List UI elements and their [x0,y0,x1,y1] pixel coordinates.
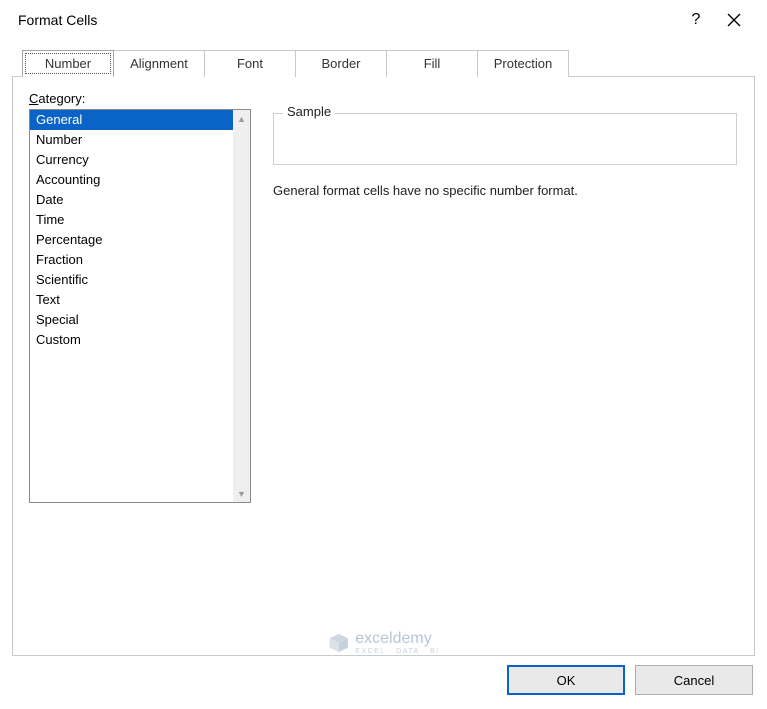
category-item[interactable]: Text [30,290,233,310]
scroll-down-icon[interactable]: ▼ [233,485,250,502]
dialog-buttons: OK Cancel [507,665,753,695]
close-button[interactable] [715,0,753,40]
category-item[interactable]: Accounting [30,170,233,190]
tab-border[interactable]: Border [295,50,387,77]
category-item[interactable]: Scientific [30,270,233,290]
ok-button[interactable]: OK [507,665,625,695]
format-description: General format cells have no specific nu… [273,183,738,198]
tab-panel: Category: GeneralNumberCurrencyAccountin… [12,76,755,656]
category-item[interactable]: Time [30,210,233,230]
titlebar: Format Cells ? [0,0,767,40]
category-label: Category: [29,91,738,106]
category-item[interactable]: Number [30,130,233,150]
category-item[interactable]: General [30,110,233,130]
scroll-up-icon[interactable]: ▲ [233,110,250,127]
tab-number[interactable]: Number [22,50,114,77]
sample-group: Sample [273,113,738,165]
category-item[interactable]: Percentage [30,230,233,250]
scrollbar[interactable]: ▲ ▼ [233,110,250,502]
tab-protection[interactable]: Protection [477,50,569,77]
tab-strip: NumberAlignmentFontBorderFillProtection [22,50,767,77]
cancel-button[interactable]: Cancel [635,665,753,695]
category-item[interactable]: Custom [30,330,233,350]
category-item[interactable]: Date [30,190,233,210]
help-button[interactable]: ? [677,0,715,40]
category-item[interactable]: Fraction [30,250,233,270]
dialog-title: Format Cells [18,12,677,28]
tab-font[interactable]: Font [204,50,296,77]
sample-box [273,113,737,165]
tab-fill[interactable]: Fill [386,50,478,77]
category-item[interactable]: Special [30,310,233,330]
sample-label: Sample [283,104,335,119]
tab-alignment[interactable]: Alignment [113,50,205,77]
category-item[interactable]: Currency [30,150,233,170]
close-icon [727,13,741,27]
category-listbox[interactable]: GeneralNumberCurrencyAccountingDateTimeP… [29,109,251,503]
